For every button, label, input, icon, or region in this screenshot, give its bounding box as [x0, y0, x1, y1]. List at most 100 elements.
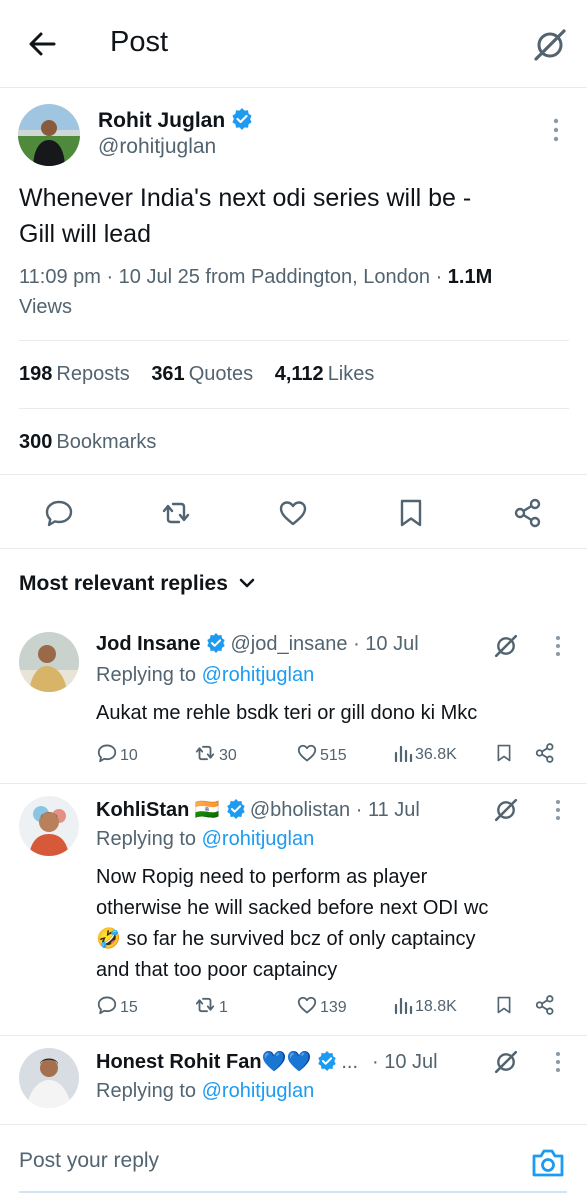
post-meta: 11:09 pm · 10 Jul 25 from Paddington, Lo… — [19, 262, 564, 322]
like-heart-icon[interactable] — [277, 497, 309, 529]
reply-sort-dropdown[interactable]: Most relevant replies — [19, 572, 256, 596]
bookmark-icon[interactable] — [494, 742, 516, 770]
reply-sort-label: Most relevant replies — [19, 572, 228, 595]
view-count: 36.8K — [415, 746, 457, 763]
rofl-emoji: 🤣 — [96, 928, 121, 950]
grok-icon[interactable] — [492, 796, 520, 824]
views-button[interactable]: 18.8K — [393, 994, 457, 1022]
quotes-count: 361 — [151, 363, 185, 385]
avatar[interactable] — [19, 1048, 79, 1108]
india-flag-emoji: 🇮🇳 — [194, 799, 220, 821]
reply-item[interactable]: Jod Insane @jod_insane · 10 Jul Replying … — [0, 620, 587, 784]
repost-button[interactable]: 30 — [193, 742, 237, 770]
post-text-line: Whenever India's next odi series will be… — [19, 184, 472, 212]
reposts-label: Reposts — [56, 363, 130, 385]
repost-count: 1 — [219, 999, 228, 1016]
likes-count: 4,112 — [274, 363, 324, 385]
like-count: 515 — [320, 747, 347, 764]
grok-icon[interactable] — [492, 1048, 520, 1076]
reply-item[interactable]: KohliStan 🇮🇳 @bholistan · 11 Jul Replying… — [0, 784, 587, 1036]
reposts-count: 198 — [19, 363, 53, 385]
quotes-stat[interactable]: 361 Quotes — [151, 341, 253, 407]
views-count[interactable]: 1.1M — [448, 266, 492, 288]
reply-author-name[interactable]: Jod Insane — [96, 633, 200, 655]
bookmark-icon[interactable] — [494, 994, 516, 1022]
like-button[interactable]: 139 — [296, 994, 347, 1022]
reply-composer — [0, 1124, 587, 1200]
top-app-bar: Post — [0, 0, 587, 88]
replying-to: Replying to @rohitjuglan — [96, 664, 314, 687]
chevron-down-icon — [239, 578, 255, 588]
reply-item[interactable]: Honest Rohit Fan💙💙... · 10 Jul Replying t… — [0, 1036, 587, 1124]
views-button[interactable]: 36.8K — [393, 742, 457, 770]
likes-stat[interactable]: 4,112 Likes — [275, 341, 375, 407]
reply-action-bar: 10 30 515 36.8K — [96, 742, 566, 770]
post-text-line: Gill will lead — [19, 220, 151, 248]
repost-button[interactable]: 1 — [193, 994, 228, 1022]
reply-author-name[interactable]: Honest Rohit Fan — [96, 1051, 262, 1073]
replying-to: Replying to @rohitjuglan — [96, 828, 314, 851]
reply-header: KohliStan 🇮🇳 @bholistan · 11 Jul — [96, 797, 420, 822]
author-name[interactable]: Rohit Juglan — [98, 109, 225, 132]
post-timestamp-location: 11:09 pm · 10 Jul 25 from Paddington, Lo… — [19, 266, 448, 288]
reply-text-line: 🤣 so far he survived bcz of only captain… — [96, 924, 566, 955]
share-icon[interactable] — [512, 497, 544, 529]
reply-button[interactable]: 10 — [96, 742, 138, 770]
reply-count: 15 — [120, 999, 138, 1016]
mention-link[interactable]: @rohitjuglan — [202, 1080, 315, 1102]
reply-icon — [97, 744, 117, 763]
bookmark-icon[interactable] — [395, 497, 427, 529]
reply-header: Honest Rohit Fan💙💙... · 10 Jul — [96, 1049, 438, 1074]
verified-badge-icon — [318, 1051, 337, 1071]
avatar[interactable] — [18, 104, 80, 166]
repost-icon[interactable] — [160, 497, 192, 529]
reply-handle-date[interactable]: @jod_insane · 10 Jul — [230, 633, 418, 655]
more-options-icon[interactable] — [546, 116, 566, 146]
reply-handle-truncated[interactable]: ... — [341, 1051, 358, 1073]
replying-to-label: Replying to — [96, 664, 202, 686]
grok-icon[interactable] — [530, 25, 570, 65]
grok-icon[interactable] — [492, 632, 520, 660]
replying-to-label: Replying to — [96, 1080, 202, 1102]
reply-author-name[interactable]: KohliStan — [96, 799, 189, 821]
page-title: Post — [110, 26, 169, 58]
reply-text-segment: so far he survived bcz of only captaincy — [120, 928, 476, 950]
verified-badge-icon — [227, 799, 245, 819]
view-count: 18.8K — [415, 998, 457, 1015]
repost-count: 30 — [219, 747, 237, 764]
reply-handle-date[interactable]: @bholistan · 11 Jul — [250, 799, 420, 821]
reply-date[interactable]: · 10 Jul — [372, 1051, 438, 1073]
author-handle[interactable]: @rohitjuglan — [98, 135, 216, 159]
repost-icon — [195, 745, 215, 761]
reply-button[interactable]: 15 — [96, 994, 138, 1022]
reply-icon — [97, 996, 117, 1015]
camera-icon[interactable] — [530, 1147, 566, 1179]
reply-input[interactable] — [19, 1149, 499, 1173]
replying-to-label: Replying to — [96, 828, 202, 850]
bookmarks-stat[interactable]: 300 Bookmarks — [19, 409, 156, 475]
more-options-icon[interactable] — [548, 796, 568, 826]
repost-icon — [195, 997, 215, 1013]
quotes-label: Quotes — [188, 363, 254, 385]
reposts-stat[interactable]: 198 Reposts — [19, 341, 130, 407]
more-options-icon[interactable] — [548, 632, 568, 662]
verified-badge-icon — [207, 633, 226, 653]
views-chart-icon — [394, 997, 413, 1015]
mention-link[interactable]: @rohitjuglan — [202, 828, 315, 850]
reply-count: 10 — [120, 747, 138, 764]
back-arrow-icon[interactable] — [24, 26, 60, 62]
share-icon[interactable] — [534, 742, 558, 770]
reply-text: Now Ropig need to perform as player othe… — [96, 862, 566, 986]
reply-text: Aukat me rehle bsdk teri or gill dono ki… — [96, 702, 478, 724]
mention-link[interactable]: @rohitjuglan — [202, 664, 315, 686]
bookmarks-count: 300 — [19, 431, 53, 453]
avatar[interactable] — [19, 796, 79, 856]
avatar[interactable] — [19, 632, 79, 692]
like-button[interactable]: 515 — [296, 742, 347, 770]
more-options-icon[interactable] — [548, 1048, 568, 1078]
like-count: 139 — [320, 999, 347, 1016]
likes-label: Likes — [327, 363, 375, 385]
reply-icon[interactable] — [43, 497, 75, 529]
share-icon[interactable] — [534, 994, 558, 1022]
author-name-row[interactable]: Rohit Juglan — [98, 108, 253, 133]
